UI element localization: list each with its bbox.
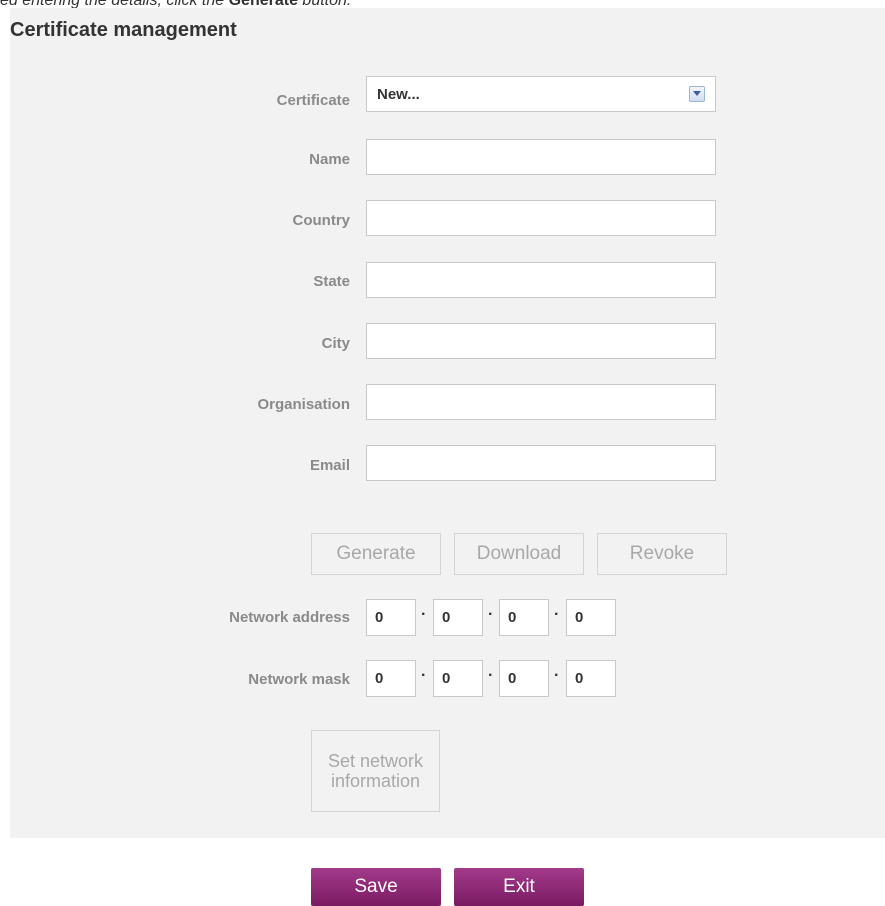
network-mask-label: Network mask (248, 671, 350, 688)
email-label: Email (309, 457, 350, 474)
name-label: Name (309, 151, 350, 168)
octet-separator: · (554, 606, 560, 623)
download-button[interactable]: Download (454, 533, 584, 575)
email-input[interactable] (366, 445, 716, 481)
save-button[interactable]: Save (311, 868, 441, 906)
certificate-panel: Certificate management Certificate New..… (10, 8, 885, 838)
panel-title: Certificate management (10, 19, 237, 41)
network-address-octet-2[interactable]: 0 (433, 599, 483, 636)
chevron-down-icon (689, 86, 705, 102)
network-mask-octet-1[interactable]: 0 (366, 660, 416, 697)
network-mask-octet-4[interactable]: 0 (566, 660, 616, 697)
revoke-button[interactable]: Revoke (597, 533, 727, 575)
octet-separator: · (488, 606, 494, 623)
generate-button[interactable]: Generate (311, 533, 441, 575)
network-mask-octet-3[interactable]: 0 (499, 660, 549, 697)
exit-button[interactable]: Exit (454, 868, 584, 906)
octet-separator: · (421, 667, 427, 684)
octet-separator: · (554, 667, 560, 684)
network-address-label: Network address (229, 609, 350, 626)
octet-separator: · (488, 667, 494, 684)
certificate-label: Certificate (276, 92, 350, 109)
name-input[interactable] (366, 139, 716, 175)
network-address-octet-4[interactable]: 0 (566, 599, 616, 636)
octet-separator: · (421, 606, 427, 623)
country-label: Country (292, 212, 351, 229)
organisation-label: Organisation (257, 396, 350, 413)
certificate-select[interactable]: New... (366, 76, 716, 112)
network-address-octet-3[interactable]: 0 (499, 599, 549, 636)
network-mask-octet-2[interactable]: 0 (433, 660, 483, 697)
city-input[interactable] (366, 323, 716, 359)
set-network-information-button[interactable]: Set network information (311, 730, 440, 812)
state-label: State (313, 273, 350, 290)
network-address-octet-1[interactable]: 0 (366, 599, 416, 636)
city-label: City (321, 335, 350, 352)
certificate-select-value: New... (377, 85, 420, 103)
organisation-input[interactable] (366, 384, 716, 420)
country-input[interactable] (366, 200, 716, 236)
state-input[interactable] (366, 262, 716, 298)
